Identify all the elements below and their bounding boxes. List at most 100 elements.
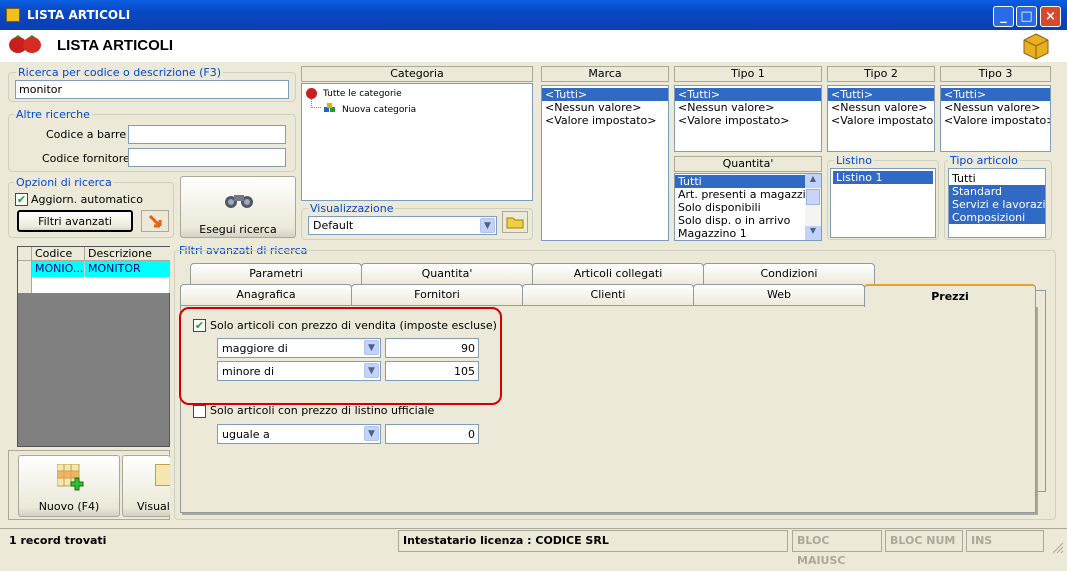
price-list-list[interactable]: Listino 1 [830,168,936,238]
item-type-list[interactable]: Tutti Standard Servizi e lavorazioni Com… [948,168,1046,238]
insert-indicator: INS [966,530,1044,552]
list-item[interactable]: <Nessun valore> [941,101,1050,114]
tab-prezzi[interactable]: Prezzi [864,284,1036,307]
resize-grip-icon[interactable] [1050,540,1064,554]
page-title: LISTA ARTICOLI [57,37,174,54]
list-item[interactable]: <Nessun valore> [675,101,821,114]
row-marker [18,261,32,277]
category-item[interactable]: Nuova categoria [342,105,416,115]
grid-icon [155,464,170,486]
box-icon [1022,32,1050,60]
operator-select[interactable]: uguale a ▼ [217,424,381,444]
supplier-code-input[interactable] [128,148,286,167]
brand-list[interactable]: <Tutti> <Nessun valore> <Valore impostat… [541,85,669,241]
scroll-down-icon[interactable]: ▼ [805,226,821,240]
binoculars-icon [223,191,255,212]
list-item[interactable]: <Valore impostato> [542,114,668,127]
arrow-icon[interactable] [141,210,169,232]
results-grid[interactable]: Codice Descrizione MONIO... MONITOR [17,246,170,447]
list-item[interactable]: <Tutti> [828,88,934,101]
list-item[interactable]: Servizi e lavorazioni [949,198,1045,211]
category-node-icon [324,103,336,113]
tab-clienti[interactable]: Clienti [522,284,694,306]
list-price-label: Solo articoli con prezzo di listino uffi… [210,404,435,417]
scroll-up-icon[interactable]: ▲ [805,174,821,188]
tab-articoli-collegati[interactable]: Articoli collegati [532,263,704,285]
type3-list[interactable]: <Tutti> <Nessun valore> <Valore impostat… [940,85,1051,152]
list-item[interactable]: Composizioni [949,211,1045,224]
list-item[interactable]: <Valore impostato> [941,114,1050,127]
close-button[interactable]: × [1040,6,1061,27]
empty-row[interactable] [32,277,170,293]
list-item[interactable]: Art. presenti a magazzino [675,188,821,201]
price-input[interactable]: 0 [385,424,479,444]
page-header: LISTA ARTICOLI [0,30,1067,62]
type1-header: Tipo 1 [674,66,822,82]
scrollbar[interactable]: ▲ ▼ [805,174,821,240]
list-item[interactable]: Tutti [675,175,805,188]
list-item[interactable]: <Tutti> [941,88,1050,101]
column-header[interactable]: Codice [32,247,85,261]
list-item[interactable]: <Tutti> [542,88,668,101]
view-button-label: Visuali [137,500,170,513]
tab-fornitori[interactable]: Fornitori [351,284,523,306]
tab-web[interactable]: Web [693,284,865,306]
view-select[interactable]: Default ▼ [308,216,497,235]
chevron-down-icon[interactable]: ▼ [364,426,379,441]
list-item[interactable]: <Valore impostato> [828,114,934,127]
execute-search-label: Esegui ricerca [199,223,277,236]
folder-icon[interactable] [502,211,528,233]
auto-update-checkbox[interactable]: ✔ [15,193,28,206]
view-label: Visualizzazione [308,202,396,215]
scroll-thumb[interactable] [806,189,820,205]
table-cell[interactable]: MONIO... [32,261,85,277]
category-tree[interactable]: Tutte le categorie Nuova categoria [301,83,533,201]
new-button[interactable]: Nuovo (F4) [18,455,120,517]
license-holder: Intestatario licenza : CODICE SRL [398,530,788,552]
price-list-label: Listino [834,154,874,167]
search-input[interactable]: monitor [15,80,289,99]
list-item[interactable]: Solo disponibili [675,201,821,214]
highlight-box [179,307,502,405]
caps-lock-indicator: BLOC MAIUSC [792,530,882,567]
tree-line [311,99,321,108]
list-price-checkbox[interactable] [193,405,206,418]
list-item[interactable]: Solo disp. o in arrivo [675,214,821,227]
view-value: Default [313,219,354,232]
barcode-input[interactable] [128,125,286,144]
list-item[interactable]: <Nessun valore> [828,101,934,114]
list-item[interactable]: Standard [949,185,1045,198]
chevron-down-icon[interactable]: ▼ [480,218,495,233]
category-item[interactable]: Tutte le categorie [323,89,402,99]
tab-condizioni[interactable]: Condizioni [703,263,875,285]
tab-parametri[interactable]: Parametri [190,263,362,285]
maximize-button[interactable]: □ [1016,6,1037,27]
tab-scrollbar-edge [1036,290,1046,492]
list-item[interactable]: Tutti [949,172,1045,185]
app-icon [6,8,20,22]
item-type-label: Tipo articolo [948,154,1020,167]
category-header: Categoria [301,66,533,82]
grid-corner [18,247,32,261]
tab-quantita[interactable]: Quantita' [361,263,533,285]
options-label: Opzioni di ricerca [14,176,114,189]
type1-list[interactable]: <Tutti> <Nessun valore> <Valore impostat… [674,85,822,152]
advanced-filters-button[interactable]: Filtri avanzati [17,210,133,232]
view-button[interactable]: Visuali [122,455,170,517]
list-item[interactable]: <Tutti> [675,88,821,101]
table-cell[interactable]: MONITOR [85,261,170,277]
supplier-code-label: Codice fornitore : [42,152,138,165]
column-header[interactable]: Descrizione [85,247,170,261]
list-item[interactable]: <Valore impostato> [675,114,821,127]
execute-search-button[interactable]: Esegui ricerca [180,176,296,238]
list-item[interactable]: <Nessun valore> [542,101,668,114]
quantity-list[interactable]: Tutti Art. presenti a magazzino Solo dis… [674,173,822,241]
type2-list[interactable]: <Tutti> <Nessun valore> <Valore impostat… [827,85,935,152]
tab-anagrafica[interactable]: Anagrafica [180,284,352,306]
strawberry-icon [8,34,42,54]
list-item[interactable]: Listino 1 [833,171,933,184]
list-item[interactable]: Magazzino 1 [675,227,821,240]
brand-header: Marca [541,66,669,82]
type3-header: Tipo 3 [940,66,1051,82]
minimize-button[interactable]: _ [993,6,1014,27]
